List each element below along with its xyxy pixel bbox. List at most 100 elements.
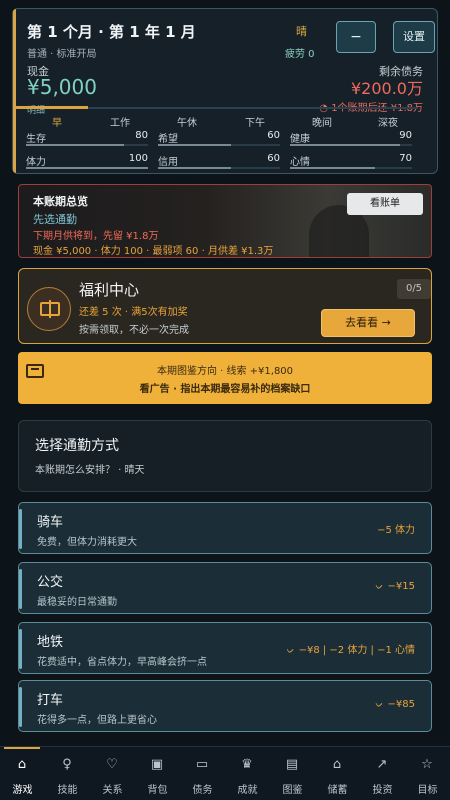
period-work: 工作 [110,118,130,129]
nav-invest[interactable]: ↗ 投资 [360,747,405,800]
nav-game[interactable]: ⌂ 游戏 [0,747,45,800]
nav-collection[interactable]: ▤ 图鉴 [270,747,315,800]
nav-backpack[interactable]: ▣ 背包 [135,747,180,800]
nav-goals[interactable]: ☆ 目标 [405,747,450,800]
nav-label: 背包 [147,785,168,796]
option-cost-text: −¥15 [387,581,415,592]
option-name: 打车 [37,693,64,708]
option-bus[interactable]: 公交 最稳妥的日常通勤 ᨆ −¥15 [18,562,432,614]
go-see-button[interactable]: 去看看 → [321,309,415,337]
welfare-title: 福利中心 [79,281,140,299]
option-cost-text: −5 体力 [377,525,415,536]
card-icon: ▭ [195,757,209,772]
bank-icon: ⌂ [332,757,342,772]
trophy-icon: ♛ [241,757,253,772]
stat-value: 70 [399,153,412,164]
header-accent [13,9,16,173]
nav-label: 技能 [57,785,78,796]
stat-bar [290,167,412,169]
book-icon: ▤ [285,757,299,772]
overview-warning: 下期月供将到，先留 ¥1.8万 [33,231,159,242]
period-evening: 晚间 [312,118,332,129]
option-accent [19,509,22,549]
stat-mood: 心情 70 [290,153,412,169]
cup-icon: ᨆ [286,646,295,656]
overview-subtitle: 先选通勤 [33,213,77,226]
nav-label: 游戏 [12,785,33,796]
option-desc: 最稳妥的日常通勤 [37,597,117,608]
settings-button[interactable]: 设置 [393,21,435,53]
nav-label: 投资 [372,785,393,796]
commute-title: 选择通勤方式 [35,438,119,454]
nav-skills[interactable]: ♀ 技能 [45,747,90,800]
option-accent [19,687,22,727]
ad-banner[interactable]: 本期图鉴方向 · 线索 +¥1,800 看广告 · 指出本期最容易补的档案缺口 [18,352,432,404]
option-cost: −5 体力 [377,521,415,536]
option-cost: ᨆ −¥85 [375,699,415,710]
day-periods: 早 工作 午休 下午 晚间 深夜 [14,114,418,129]
stat-credit: 信用 60 [158,153,280,169]
option-desc: 花费适中，省点体力，早高峰会挤一点 [37,657,207,668]
stat-bar [26,144,148,146]
option-desc: 花得多一点，但路上更省心 [37,715,157,726]
cup-icon: ᨆ [375,700,384,710]
option-cost-text: −¥85 [387,699,415,710]
collapse-button[interactable]: − [336,21,376,53]
commute-subtitle: 本账期怎么安排？ · 晴天 [35,465,145,476]
home-icon: ⌂ [17,757,27,772]
date-title: 第 1 个月 · 第 1 年 1 月 [27,23,196,41]
option-cost: ᨆ −¥15 [375,581,415,592]
stat-bar [26,167,148,169]
welfare-center-card[interactable]: 福利中心 0/5 还差 5 次 · 满5次有加奖 按需领取，不必一次完成 去看看… [18,268,432,344]
nav-relations[interactable]: ♡ 关系 [90,747,135,800]
period-afternoon: 下午 [245,118,265,129]
option-cost-text: −¥8 | −2 体力 | −1 心情 [298,645,415,656]
ad-subtitle: 看广告 · 指出本期最容易补的档案缺口 [139,384,311,395]
cash-value: ¥5,000 [27,75,97,99]
stat-health: 健康 90 [290,130,412,146]
debt-value: ¥200.0万 [351,79,423,98]
stat-hope: 希望 60 [158,130,280,146]
fatigue-label: 疲劳 0 [285,49,315,60]
nav-savings[interactable]: ⌂ 储蓄 [315,747,360,800]
period-morning: 早 [52,118,62,129]
option-subway[interactable]: 地铁 花费适中，省点体力，早高峰会挤一点 ᨆ −¥8 | −2 体力 | −1 心… [18,622,432,674]
overview-title: 本账期总览 [33,195,88,208]
stat-bar [290,144,412,146]
welfare-progress-text: 还差 5 次 · 满5次有加奖 [79,307,188,318]
bottom-nav: ⌂ 游戏 ♀ 技能 ♡ 关系 ▣ 背包 ▭ 债务 ♛ 成就 ▤ 图鉴 ⌂ 储蓄 ↗ 投资 ☆ 目标 [0,746,450,800]
option-name: 公交 [37,575,64,590]
period-lunch: 午休 [177,118,197,129]
option-accent [19,569,22,609]
option-desc: 免费，但体力消耗更大 [37,537,137,548]
stat-value: 80 [135,130,148,141]
stat-value: 90 [399,130,412,141]
stat-stamina: 体力 100 [26,153,148,169]
option-bike[interactable]: 骑车 免费，但体力消耗更大 −5 体力 [18,502,432,554]
period-night: 深夜 [378,118,398,129]
ad-title: 本期图鉴方向 · 线索 +¥1,800 [156,366,294,377]
nav-label: 图鉴 [282,785,303,796]
nav-label: 关系 [102,785,123,796]
nav-label: 目标 [417,785,438,796]
nav-label: 储蓄 [327,785,348,796]
nav-achievements[interactable]: ♛ 成就 [225,747,270,800]
nav-label: 成就 [237,785,258,796]
nav-label: 债务 [192,785,213,796]
status-header: 第 1 个月 · 第 1 年 1 月 晴 − 设置 普通 · 标准开局 疲劳 0… [12,8,438,174]
cup-icon: ᨆ [375,582,384,592]
trend-icon: ↗ [376,757,388,772]
heart-icon: ♡ [106,757,118,772]
bulb-icon: ♀ [62,757,72,772]
period-overview-card: 本账期总览 看账单 先选通勤 下期月供将到，先留 ¥1.8万 现金 ¥5,000… [18,184,432,258]
welfare-count-badge: 0/5 [397,279,431,299]
view-bill-button[interactable]: 看账单 [347,193,423,215]
option-cost: ᨆ −¥8 | −2 体力 | −1 心情 [286,641,415,656]
stat-value: 60 [267,153,280,164]
option-accent [19,629,22,669]
backpack-icon: ▣ [150,757,164,772]
stat-value: 60 [267,130,280,141]
nav-debt[interactable]: ▭ 债务 [180,747,225,800]
period-progress-fill [14,106,88,109]
option-taxi[interactable]: 打车 花得多一点，但路上更省心 ᨆ −¥85 [18,680,432,732]
